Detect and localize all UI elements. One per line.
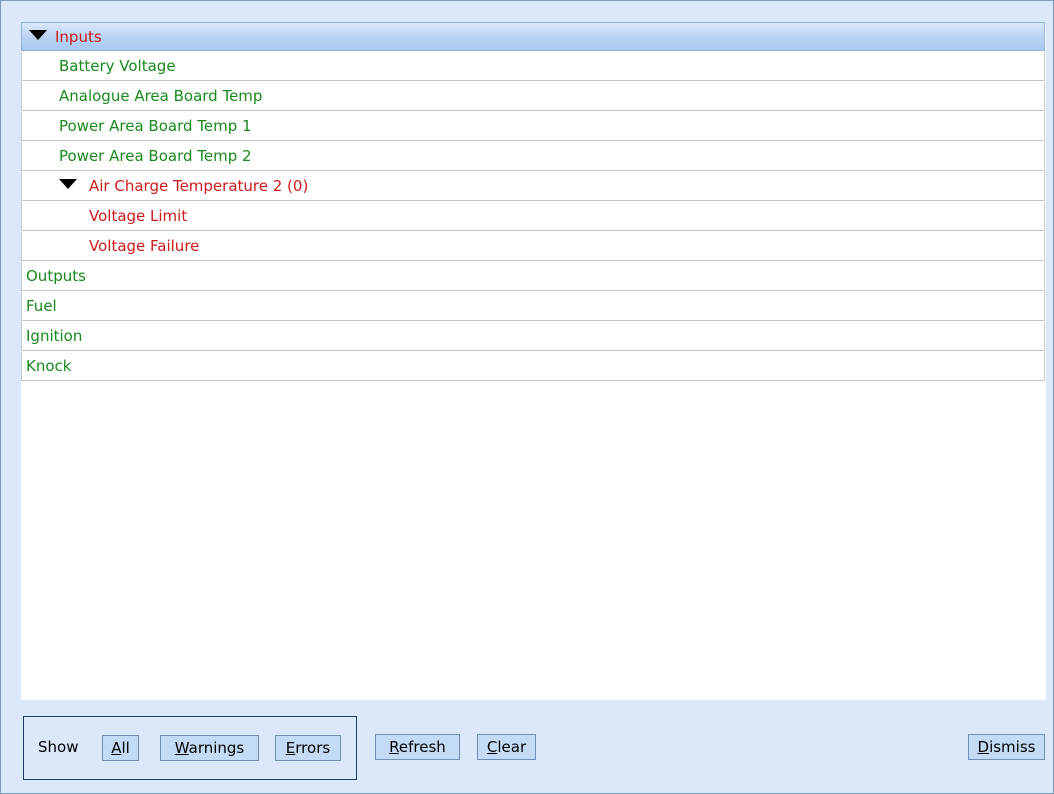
show-label: Show (38, 738, 79, 756)
show-errors-button[interactable]: Errors (275, 735, 341, 761)
tree-row-power-area-board-temp-2[interactable]: Power Area Board Temp 2 (21, 142, 1045, 171)
tree-row-label: Analogue Area Board Temp (59, 87, 263, 105)
refresh-button[interactable]: Refresh (375, 734, 460, 760)
refresh-mnemonic: R (389, 738, 399, 756)
show-all-button[interactable]: All (102, 735, 139, 761)
tree-row-inputs[interactable]: Inputs (21, 22, 1045, 51)
tree-row-label: Power Area Board Temp 2 (59, 147, 252, 165)
tree-row-label: Outputs (26, 267, 86, 285)
tree-row-power-area-board-temp-1[interactable]: Power Area Board Temp 1 (21, 112, 1045, 141)
errors-mnemonic: E (285, 739, 296, 757)
all-mnemonic: A (111, 739, 122, 757)
tree-row-label: Air Charge Temperature 2 (0) (89, 177, 309, 195)
tree-row-label: Fuel (26, 297, 57, 315)
refresh-label-rest: efresh (398, 738, 446, 756)
tree-row-voltage-failure[interactable]: Voltage Failure (21, 232, 1045, 261)
show-warnings-button[interactable]: Warnings (160, 735, 259, 761)
all-label-rest: ll (121, 739, 130, 757)
tree-row-label: Ignition (26, 327, 83, 345)
tree-row-label: Knock (26, 357, 72, 375)
errors-label-rest: rrors (295, 739, 331, 757)
expand-triangle-icon[interactable] (29, 30, 47, 40)
clear-label-rest: lear (497, 738, 527, 756)
tree-row-label: Inputs (55, 28, 102, 46)
tree-row-fuel[interactable]: Fuel (21, 292, 1045, 321)
warnings-label-rest: arnings (188, 739, 245, 757)
dismiss-label-rest: ismiss (989, 738, 1036, 756)
tree-row-knock[interactable]: Knock (21, 352, 1045, 381)
tree-row-battery-voltage[interactable]: Battery Voltage (21, 52, 1045, 81)
warnings-mnemonic: W (174, 739, 189, 757)
clear-mnemonic: C (486, 738, 498, 756)
tree-row-label: Voltage Limit (89, 207, 188, 225)
tree-row-air-charge-temperature-2[interactable]: Air Charge Temperature 2 (0) (21, 172, 1045, 201)
tree-row-analogue-area-board-temp[interactable]: Analogue Area Board Temp (21, 82, 1045, 111)
expand-triangle-icon[interactable] (59, 179, 77, 189)
tree-row-ignition[interactable]: Ignition (21, 322, 1045, 351)
dismiss-button[interactable]: Dismiss (968, 734, 1045, 760)
tree-row-label: Power Area Board Temp 1 (59, 117, 252, 135)
diagnostics-tree[interactable]: Inputs Battery Voltage Analogue Area Boa… (21, 22, 1046, 700)
tree-row-label: Voltage Failure (89, 237, 200, 255)
tree-row-outputs[interactable]: Outputs (21, 262, 1045, 291)
tree-row-label: Battery Voltage (59, 57, 176, 75)
clear-button[interactable]: Clear (477, 734, 536, 760)
dismiss-mnemonic: D (977, 738, 990, 756)
tree-row-voltage-limit[interactable]: Voltage Limit (21, 202, 1045, 231)
show-filter-group: Show All Warnings Errors (23, 716, 357, 780)
